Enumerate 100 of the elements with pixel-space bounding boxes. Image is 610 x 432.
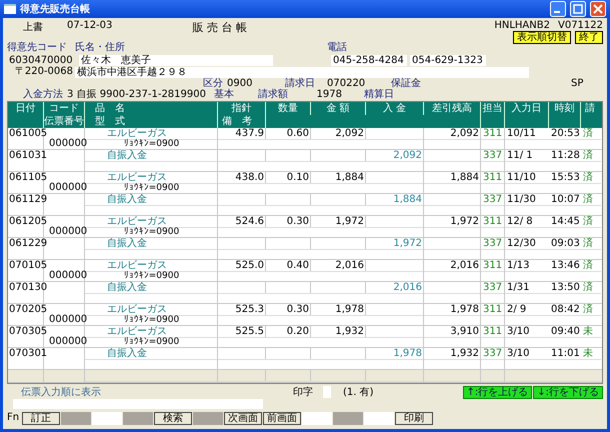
field-label: 精算日: [364, 89, 394, 100]
field-label: 基本: [214, 89, 234, 100]
function-key[interactable]: [302, 412, 332, 424]
close-icon[interactable]: [590, 1, 606, 17]
table-cell-text: 0.20: [286, 326, 310, 337]
table-cell-text: 14:45: [550, 216, 581, 227]
table-cell-text: 09:03: [550, 238, 581, 249]
report-date: 07-12-03: [67, 20, 112, 31]
table-cell-text: エルビーガス: [106, 326, 168, 337]
function-key[interactable]: 前画面: [263, 412, 302, 424]
table-cell: 070130: [8, 282, 44, 293]
function-key[interactable]: [333, 412, 364, 424]
function-key[interactable]: 訂正: [22, 412, 60, 424]
order-note: 伝票入力順に表示: [21, 386, 102, 399]
table-cell-text: 311: [482, 304, 504, 315]
table-cell-text: 337: [482, 150, 504, 161]
window-title: 得意先販売台帳: [20, 2, 90, 16]
table-cell-text: エルビーガス: [106, 216, 168, 227]
print-hint: (1. 有): [343, 386, 374, 399]
table-cell-text: 未: [582, 348, 594, 359]
table-cell-text: 1,884: [449, 172, 480, 183]
address-field[interactable]: 横浜市中港区手越２９８: [75, 66, 529, 78]
table-cell-text: 済: [582, 238, 594, 249]
function-key[interactable]: [61, 412, 92, 424]
phone-field[interactable]: 054-629-1323: [410, 54, 486, 66]
table-cell-text: 09:40: [550, 326, 581, 337]
table-cell-text: 311: [482, 326, 504, 337]
table-cell-text: 済: [582, 304, 594, 315]
table-cell-text: 438.0: [234, 172, 265, 183]
table-cell-text: 自振入金: [106, 194, 148, 205]
table-cell-text: 311: [482, 172, 504, 183]
phone-field[interactable]: 045-258-4284: [331, 54, 407, 66]
table-cell-text: 11/30: [506, 194, 537, 205]
table-cell-text: 自振入金: [106, 348, 148, 359]
table-cell-text: 000000: [48, 183, 85, 193]
table-cell-text: 1,932: [449, 348, 480, 359]
maximize-icon[interactable]: [570, 1, 586, 17]
table-cell-text: エルビーガス: [106, 172, 168, 183]
toolbar-button[interactable]: 表示順切替: [513, 31, 571, 44]
table-cell-text: 525.5: [234, 326, 265, 337]
function-key[interactable]: 次画面: [224, 412, 262, 424]
field-label: 請求日: [285, 78, 316, 89]
fn-label: Fn: [7, 412, 20, 424]
table-cell-text: ﾘｮｳｷﾝ=0900: [122, 271, 180, 281]
row-move-button[interactable]: ↓:行を下げる: [533, 386, 603, 398]
table-cell-text: 311: [482, 216, 504, 227]
table-cell-text: 311: [482, 128, 504, 139]
table-cell: 070305: [8, 326, 44, 337]
table-cell-text: ﾘｮｳｷﾝ=0900: [122, 337, 180, 347]
table-cell-text: 1/13: [506, 260, 530, 271]
table-cell-text: 2,016: [449, 260, 480, 271]
column-header: 品 名: [85, 102, 218, 115]
row-move-button[interactable]: ↑:行を上げる: [462, 386, 532, 398]
table-cell-text: 済: [582, 194, 594, 205]
table-cell-text: 10:07: [550, 194, 581, 205]
table-cell-text: 0.40: [286, 260, 310, 271]
report-title: 販 売 台 帳: [192, 20, 247, 35]
table-cell-text: 1/31: [506, 282, 530, 293]
table-cell-text: 000000: [48, 139, 85, 149]
table-cell-text: 1,884: [392, 194, 423, 205]
column-header: 数量: [266, 102, 311, 115]
version-label: V071122: [558, 20, 603, 31]
table-cell-text: 525.3: [234, 304, 265, 315]
mode-label: 上書: [23, 20, 43, 34]
function-key[interactable]: 印刷: [395, 412, 434, 424]
table-cell-text: 12/30: [506, 238, 537, 249]
window-icon: [4, 4, 16, 14]
table-cell-text: 20:53: [550, 128, 581, 139]
customer-code-field[interactable]: 6030470000: [7, 54, 77, 66]
function-key[interactable]: [123, 412, 154, 424]
table-cell: 061105: [8, 172, 44, 183]
table-cell-text: 000000: [48, 227, 85, 237]
print-label: 印字: [293, 386, 313, 399]
table-cell-text: 15:53: [550, 172, 581, 183]
table-cell-text: 1,972: [392, 238, 423, 249]
function-key[interactable]: [92, 412, 122, 424]
table-cell-text: 3/10: [506, 326, 530, 337]
table-cell-text: 2,016: [392, 282, 423, 293]
table-cell-text: ﾘｮｳｷﾝ=0900: [122, 183, 180, 193]
table-cell: 061129: [8, 194, 44, 205]
table-cell-text: 済: [582, 282, 594, 293]
minimize-icon[interactable]: [550, 1, 566, 17]
table-cell: 070205: [8, 304, 44, 315]
table-cell-text: 3/10: [506, 348, 530, 359]
print-field[interactable]: [323, 386, 331, 398]
table-cell-text: エルビーガス: [106, 260, 168, 271]
function-key[interactable]: [364, 412, 394, 424]
table-cell-text: 済: [582, 128, 594, 139]
table-cell-text: 437.9: [234, 128, 265, 139]
function-key[interactable]: [193, 412, 224, 424]
field-label: 氏名・住所: [75, 42, 126, 54]
toolbar-button[interactable]: 終了: [575, 31, 603, 44]
table-cell-text: 2,092: [334, 128, 365, 139]
name-field[interactable]: 佐々木 恵美子: [79, 54, 273, 66]
table-cell-text: 11/10: [506, 172, 537, 183]
column-header: 請: [584, 102, 596, 116]
table-cell-text: 337: [482, 238, 504, 249]
table-cell-text: 524.6: [234, 216, 265, 227]
function-key[interactable]: 検索: [154, 412, 192, 424]
field-label: 保証金: [391, 78, 421, 89]
